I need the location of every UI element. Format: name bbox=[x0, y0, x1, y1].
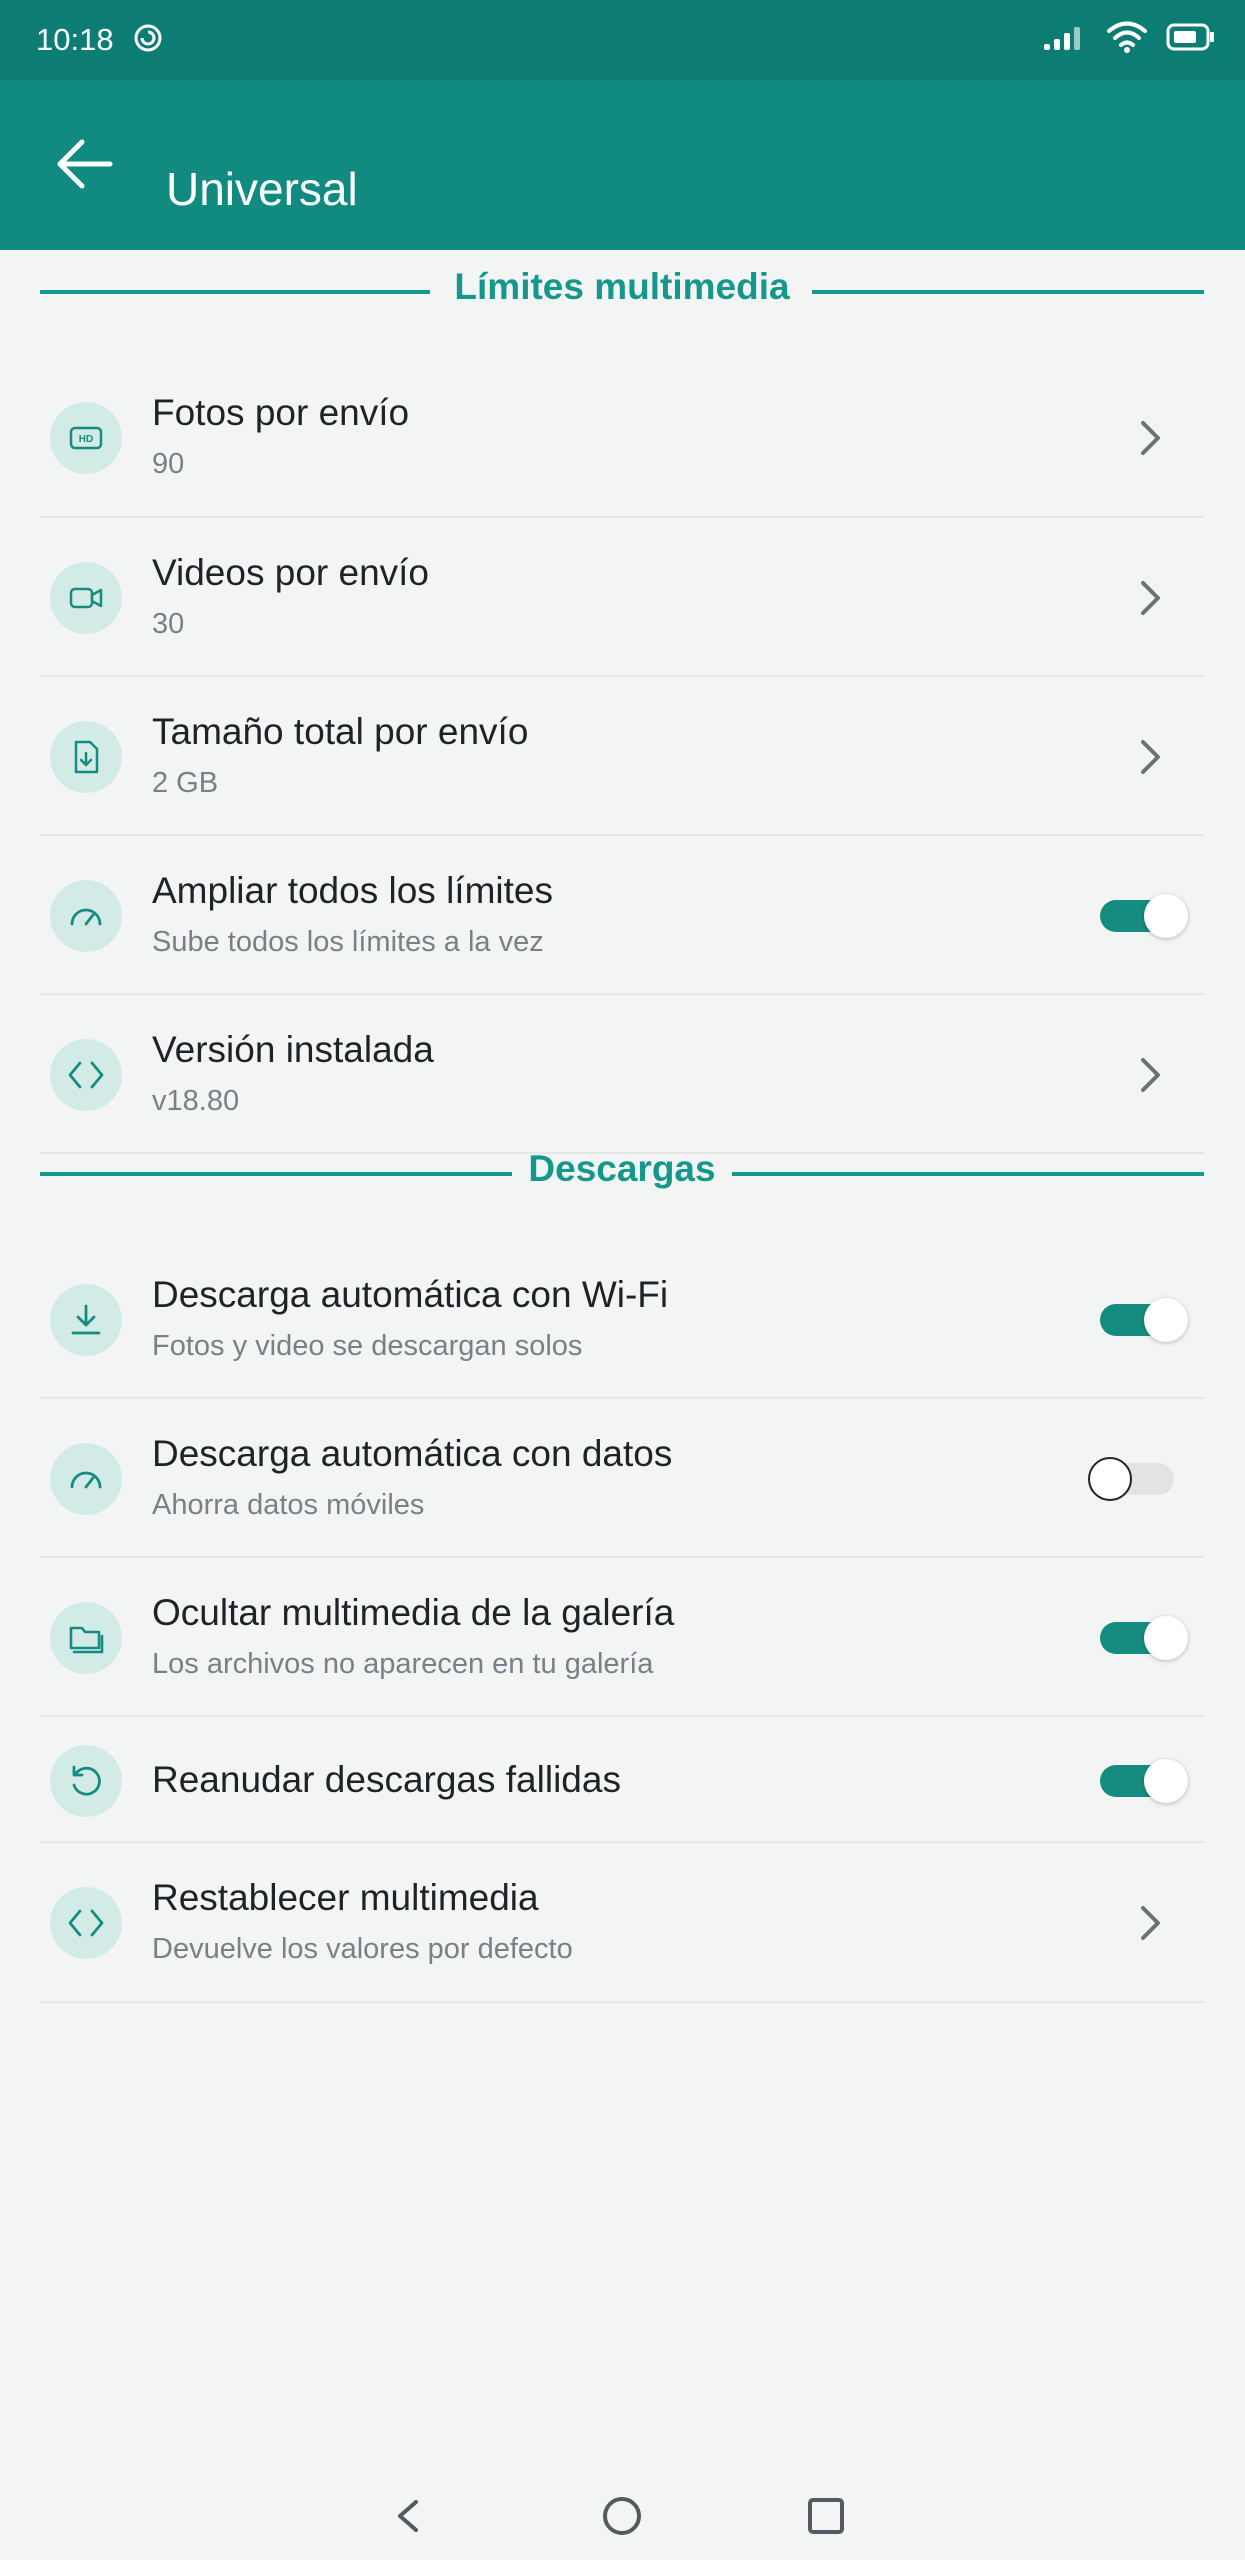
row-title: Videos por envío bbox=[152, 552, 430, 593]
battery-icon bbox=[1166, 23, 1214, 51]
chevron-right-icon bbox=[1141, 740, 1160, 774]
system-nav-bar bbox=[0, 2464, 1245, 2560]
section-divider bbox=[812, 290, 1204, 294]
toggle-thumb bbox=[1144, 1759, 1188, 1803]
row-ampliar-limites[interactable]: Ampliar todos los límites Sube todos los… bbox=[40, 836, 1204, 995]
icon-circle bbox=[50, 1602, 122, 1674]
row-title: Ocultar multimedia de la galería bbox=[152, 1592, 675, 1633]
icon-circle bbox=[50, 1443, 122, 1515]
toggle-switch[interactable] bbox=[1088, 1457, 1178, 1501]
sync-icon bbox=[134, 24, 162, 52]
section-header-descargas: Descargas bbox=[40, 1144, 1204, 1204]
icon-circle bbox=[50, 1039, 122, 1111]
home-circle-icon bbox=[603, 2497, 641, 2535]
row-title: Reanudar descargas fallidas bbox=[152, 1759, 621, 1800]
row-descarga-wifi[interactable]: Descarga automática con Wi-Fi Fotos y vi… bbox=[40, 1240, 1204, 1399]
icon-circle bbox=[50, 1745, 122, 1817]
row-title: Restablecer multimedia bbox=[152, 1877, 539, 1918]
recents-square-icon bbox=[808, 2498, 844, 2534]
row-tamano-total[interactable]: Tamaño total por envío 2 GB bbox=[40, 677, 1204, 836]
download-icon bbox=[71, 1304, 101, 1335]
toggle-switch[interactable] bbox=[1100, 1759, 1188, 1803]
toggle-thumb bbox=[1088, 1457, 1132, 1501]
toggle-thumb bbox=[1144, 1616, 1188, 1660]
row-title: Versión instalada bbox=[152, 1029, 434, 1070]
chevron-right-icon bbox=[1141, 581, 1160, 615]
row-title: Ampliar todos los límites bbox=[152, 870, 553, 911]
row-ocultar-multimedia[interactable]: Ocultar multimedia de la galería Los arc… bbox=[40, 1558, 1204, 1717]
icon-circle bbox=[50, 721, 122, 793]
toggle-switch[interactable] bbox=[1100, 894, 1188, 938]
status-bar: 10:18 bbox=[0, 0, 1245, 80]
row-subtitle: Sube todos los límites a la vez bbox=[152, 926, 544, 958]
app-bar: Universal bbox=[0, 80, 1245, 250]
signal-icon bbox=[1044, 27, 1080, 50]
speedometer-icon bbox=[70, 908, 102, 926]
video-camera-icon bbox=[69, 587, 103, 609]
row-version-instalada[interactable]: Versión instalada v18.80 bbox=[40, 995, 1204, 1154]
nav-home-button[interactable] bbox=[592, 2486, 652, 2546]
row-subtitle: v18.80 bbox=[152, 1085, 240, 1117]
page-title: Universal bbox=[166, 163, 358, 215]
chevron-right-icon bbox=[1141, 1906, 1160, 1940]
back-triangle-icon bbox=[398, 2500, 418, 2532]
row-title: Tamaño total por envío bbox=[152, 711, 529, 752]
icon-circle bbox=[50, 1887, 122, 1959]
folder-icon bbox=[69, 1626, 104, 1654]
row-subtitle: 30 bbox=[152, 608, 185, 640]
row-restablecer-multimedia[interactable]: Restablecer multimedia Devuelve los valo… bbox=[40, 1843, 1204, 2003]
row-subtitle: Devuelve los valores por defecto bbox=[152, 1933, 573, 1965]
section-divider bbox=[732, 1172, 1204, 1176]
row-title: Descarga automática con datos bbox=[152, 1433, 673, 1474]
toggle-thumb bbox=[1144, 1298, 1188, 1342]
section-title: Límites multimedia bbox=[454, 266, 790, 307]
icon-circle bbox=[50, 1284, 122, 1356]
icon-circle bbox=[50, 880, 122, 952]
row-title: Fotos por envío bbox=[152, 392, 410, 433]
row-subtitle: Fotos y video se descargan solos bbox=[152, 1330, 583, 1362]
nav-recents-button[interactable] bbox=[796, 2486, 856, 2546]
file-download-icon bbox=[74, 740, 99, 774]
row-videos-por-envio[interactable]: Videos por envío 30 bbox=[40, 518, 1204, 677]
status-time: 10:18 bbox=[36, 22, 114, 57]
wifi-icon bbox=[1107, 21, 1147, 53]
toggle-switch[interactable] bbox=[1100, 1298, 1188, 1342]
row-subtitle: 2 GB bbox=[152, 767, 219, 799]
svg-text:HD: HD bbox=[79, 434, 93, 445]
refresh-icon bbox=[72, 1765, 101, 1796]
arrow-left-icon bbox=[57, 139, 113, 189]
row-title: Descarga automática con Wi-Fi bbox=[152, 1274, 669, 1315]
row-subtitle: 90 bbox=[152, 448, 185, 480]
chevron-right-icon bbox=[1141, 421, 1160, 455]
toggle-switch[interactable] bbox=[1100, 1616, 1188, 1660]
code-icon bbox=[68, 1909, 104, 1937]
nav-back-button[interactable] bbox=[378, 2486, 438, 2546]
row-fotos-por-envio[interactable]: HD Fotos por envío 90 bbox=[40, 358, 1204, 518]
back-button[interactable] bbox=[40, 120, 128, 208]
section-header-limites: Límites multimedia bbox=[40, 262, 1204, 322]
section-title: Descargas bbox=[528, 1148, 716, 1189]
speedometer-icon bbox=[70, 1471, 102, 1489]
row-subtitle: Ahorra datos móviles bbox=[152, 1489, 425, 1521]
toggle-thumb bbox=[1144, 894, 1188, 938]
hd-icon: HD bbox=[69, 426, 103, 450]
row-subtitle: Los archivos no aparecen en tu galería bbox=[152, 1648, 654, 1680]
row-reanudar-descargas[interactable]: Reanudar descargas fallidas bbox=[40, 1717, 1204, 1843]
icon-circle: HD bbox=[50, 402, 122, 474]
chevron-right-icon bbox=[1141, 1058, 1160, 1092]
row-descarga-datos[interactable]: Descarga automática con datos Ahorra dat… bbox=[40, 1399, 1204, 1558]
code-icon bbox=[68, 1061, 104, 1089]
icon-circle bbox=[50, 562, 122, 634]
